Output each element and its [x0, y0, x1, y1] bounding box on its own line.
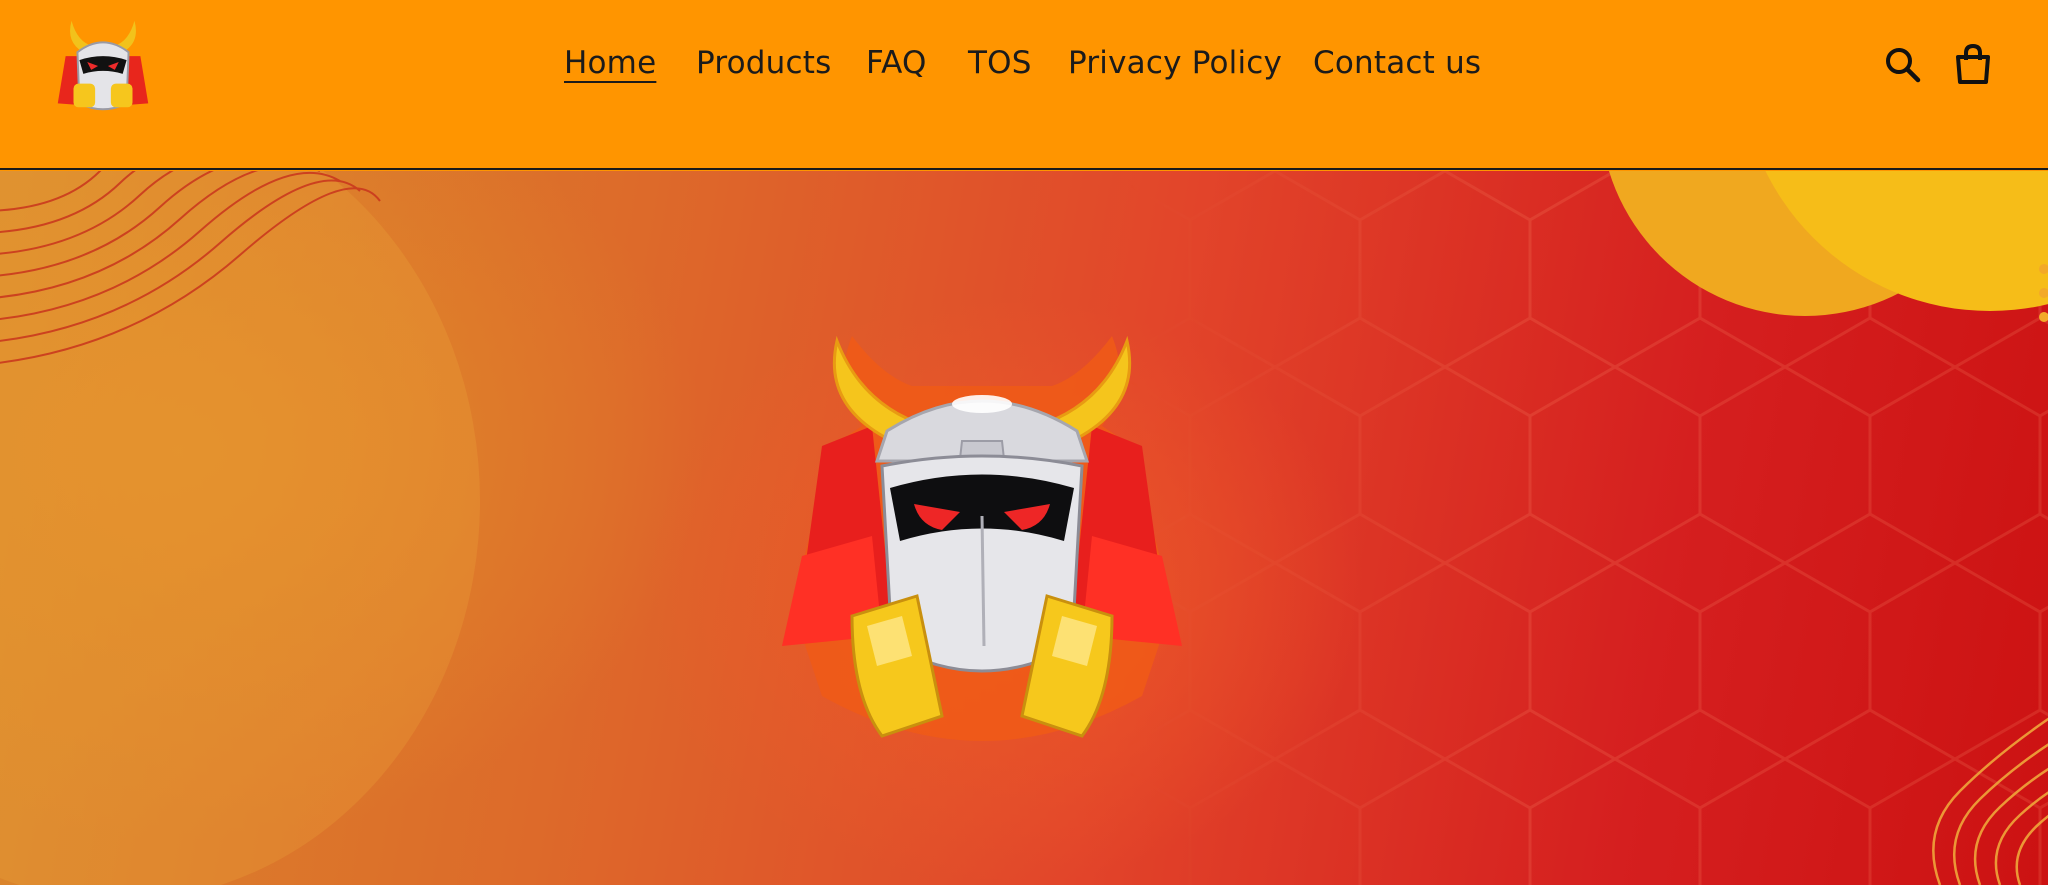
search-icon[interactable]: [1880, 42, 1926, 88]
nav-faq[interactable]: FAQ: [866, 38, 927, 88]
nav-tos[interactable]: TOS: [968, 38, 1032, 88]
nav-products[interactable]: Products: [696, 38, 831, 88]
nav-home[interactable]: Home: [564, 38, 656, 88]
main-nav: Home Products FAQ TOS Privacy Policy Con…: [0, 38, 2048, 88]
mascot-image: [782, 335, 1182, 741]
nav-privacy-policy[interactable]: Privacy Policy: [1068, 38, 1282, 88]
samurai-gas-mask-icon: [782, 335, 1182, 741]
hero-banner: [0, 171, 2048, 885]
nav-contact-us[interactable]: Contact us: [1313, 38, 1481, 88]
site-header: Home Products FAQ TOS Privacy Policy Con…: [0, 0, 2048, 170]
cart-icon[interactable]: [1950, 42, 1996, 88]
